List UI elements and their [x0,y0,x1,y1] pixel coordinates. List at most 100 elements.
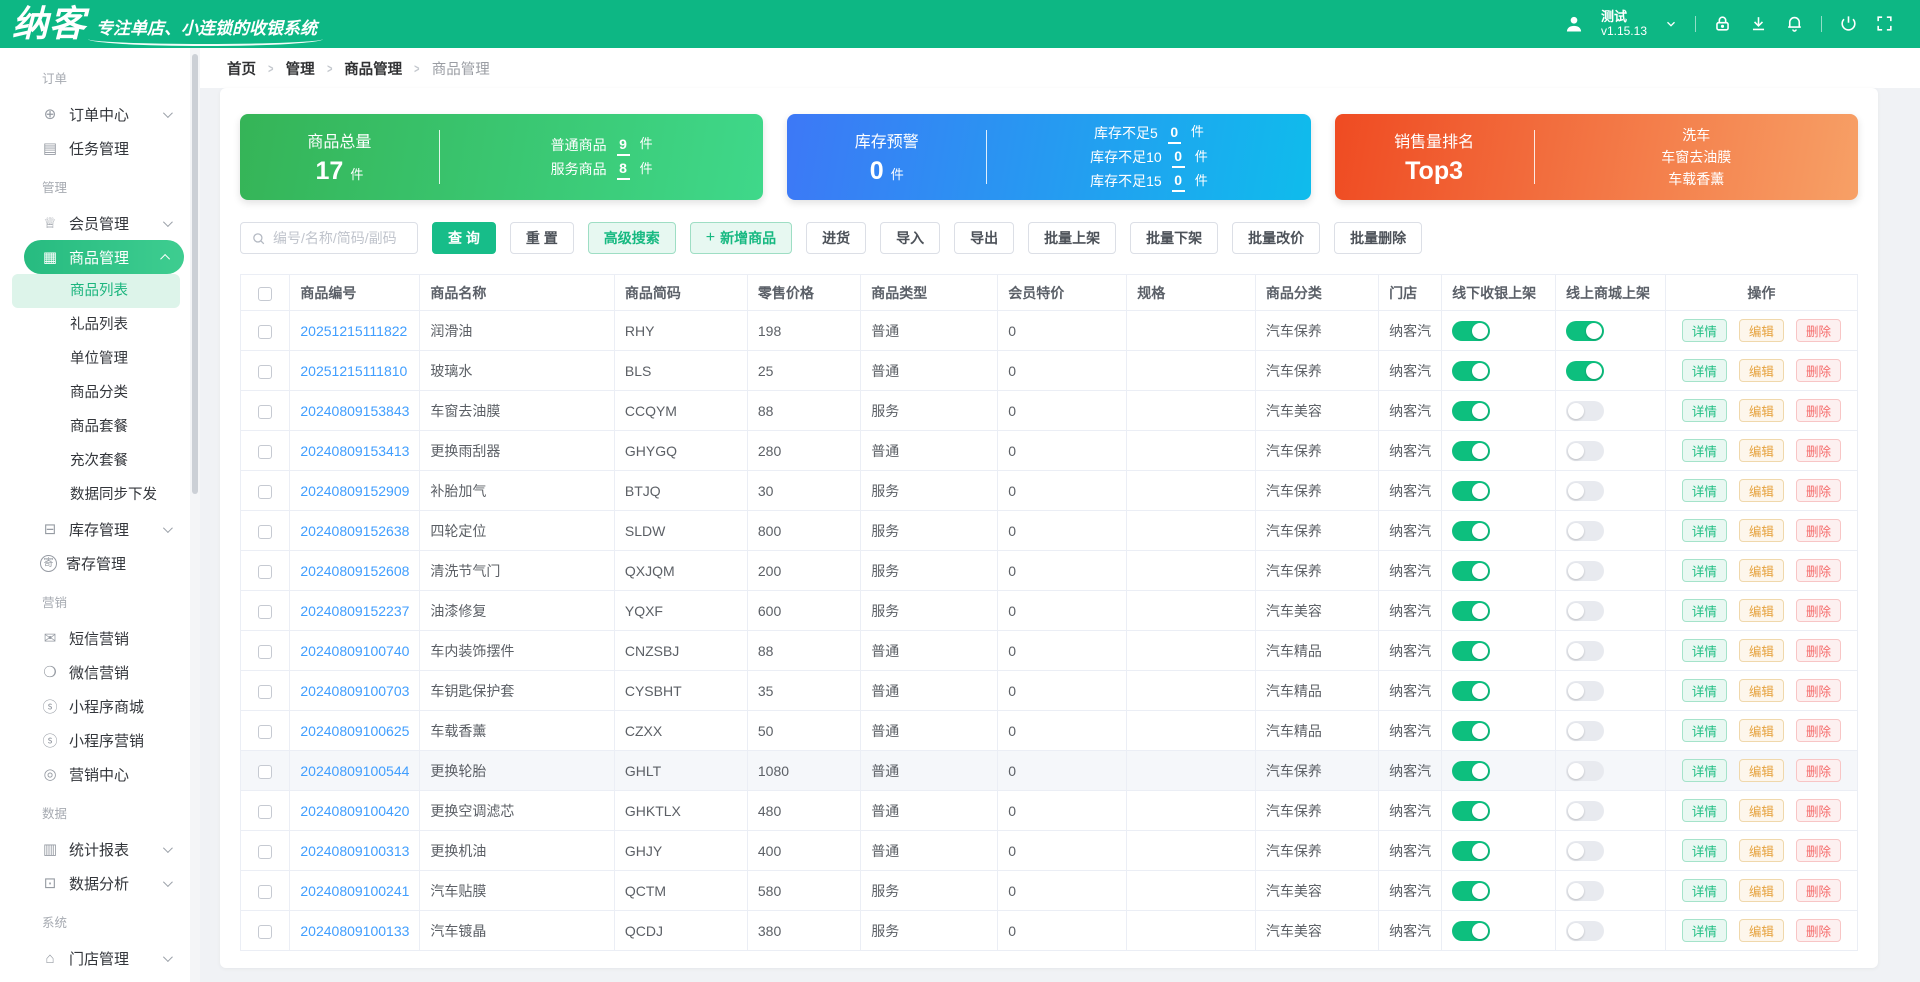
online-toggle[interactable] [1565,720,1604,741]
product-id-link[interactable]: 20240809153413 [300,443,409,459]
edit-button[interactable]: 编辑 [1738,679,1784,702]
edit-button[interactable]: 编辑 [1738,599,1784,622]
sidebar-item-deposit-management[interactable]: 寄寄存管理 [0,546,190,580]
online-toggle[interactable] [1565,480,1604,501]
purchase-button[interactable]: 进货 [806,222,867,254]
delete-button[interactable]: 删除 [1795,719,1841,742]
sidebar-item-miniapp-mall[interactable]: ⓢ 小程序商城 [0,689,190,723]
product-id-link[interactable]: 20240809100241 [300,883,409,899]
product-id-link[interactable]: 20251215111810 [300,363,407,379]
delete-button[interactable]: 删除 [1795,599,1841,622]
batch-reprice-button[interactable]: 批量改价 [1232,222,1321,254]
offline-toggle[interactable] [1452,880,1491,901]
import-button[interactable]: 导入 [880,222,941,254]
online-toggle[interactable] [1565,920,1604,941]
sidebar-item-store-management[interactable]: ⌂ 门店管理 [0,941,190,975]
edit-button[interactable]: 编辑 [1738,439,1784,462]
online-toggle[interactable] [1565,840,1604,861]
delete-button[interactable]: 删除 [1795,839,1841,862]
delete-button[interactable]: 删除 [1795,319,1841,342]
sidebar-item-sms-marketing[interactable]: ✉ 短信营销 [0,621,190,655]
offline-toggle[interactable] [1452,440,1491,461]
online-toggle[interactable] [1565,560,1604,581]
offline-toggle[interactable] [1452,720,1491,741]
edit-button[interactable]: 编辑 [1738,719,1784,742]
row-checkbox[interactable] [258,444,273,459]
offline-toggle[interactable] [1452,520,1491,541]
sidebar-item-miniapp-marketing[interactable]: ⓢ 小程序营销 [0,723,190,757]
export-button[interactable]: 导出 [954,222,1015,254]
select-all-checkbox[interactable] [258,286,273,301]
sidebar-subitem[interactable]: 商品分类 [0,376,190,410]
offline-toggle[interactable] [1452,560,1491,581]
sidebar-item-inventory-management[interactable]: ⊟ 库存管理 [0,512,190,546]
online-toggle[interactable] [1565,600,1604,621]
query-button[interactable]: 查 询 [432,222,496,254]
sidebar-item-product-management[interactable]: ▦ 商品管理 [24,240,184,274]
row-checkbox[interactable] [258,684,273,699]
product-id-link[interactable]: 20240809100740 [300,643,409,659]
row-checkbox[interactable] [258,364,273,379]
sidebar-subitem[interactable]: 单位管理 [0,342,190,376]
product-id-link[interactable]: 20240809152608 [300,563,409,579]
product-id-link[interactable]: 20251215111822 [300,323,407,339]
download-icon[interactable] [1749,14,1768,33]
search-input[interactable] [273,230,407,246]
delete-button[interactable]: 删除 [1795,879,1841,902]
detail-button[interactable]: 详情 [1681,479,1727,502]
delete-button[interactable]: 删除 [1795,359,1841,382]
detail-button[interactable]: 详情 [1681,319,1727,342]
row-checkbox[interactable] [258,324,273,339]
detail-button[interactable]: 详情 [1681,439,1727,462]
online-toggle[interactable] [1565,760,1604,781]
batch-off-shelf-button[interactable]: 批量下架 [1130,222,1219,254]
batch-delete-button[interactable]: 批量删除 [1334,222,1423,254]
product-id-link[interactable]: 20240809100544 [300,763,409,779]
online-toggle[interactable] [1565,520,1604,541]
row-checkbox[interactable] [258,484,273,499]
advanced-search-button[interactable]: 高级搜索 [587,222,676,254]
detail-button[interactable]: 详情 [1681,599,1727,622]
sidebar-item-marketing-center[interactable]: ◎ 营销中心 [0,757,190,791]
online-toggle[interactable] [1565,440,1604,461]
edit-button[interactable]: 编辑 [1738,479,1784,502]
detail-button[interactable]: 详情 [1681,799,1727,822]
online-toggle[interactable] [1565,880,1604,901]
detail-button[interactable]: 详情 [1681,519,1727,542]
breadcrumb-item[interactable]: 管理 [286,58,315,79]
delete-button[interactable]: 删除 [1795,439,1841,462]
detail-button[interactable]: 详情 [1681,399,1727,422]
edit-button[interactable]: 编辑 [1738,519,1784,542]
product-id-link[interactable]: 20240809152638 [300,523,409,539]
offline-toggle[interactable] [1452,760,1491,781]
fullscreen-icon[interactable] [1875,14,1894,33]
edit-button[interactable]: 编辑 [1738,759,1784,782]
delete-button[interactable]: 删除 [1795,639,1841,662]
sidebar-subitem[interactable]: 商品列表 [12,274,180,308]
detail-button[interactable]: 详情 [1681,719,1727,742]
offline-toggle[interactable] [1452,600,1491,621]
product-id-link[interactable]: 20240809153843 [300,403,409,419]
detail-button[interactable]: 详情 [1681,839,1727,862]
sidebar-item-data-analysis[interactable]: ⊡ 数据分析 [0,866,190,900]
delete-button[interactable]: 删除 [1795,919,1841,942]
breadcrumb-item[interactable]: 首页 [227,58,256,79]
row-checkbox[interactable] [258,804,273,819]
power-icon[interactable] [1839,14,1858,33]
product-id-link[interactable]: 20240809100625 [300,723,409,739]
online-toggle[interactable] [1565,800,1604,821]
delete-button[interactable]: 删除 [1795,399,1841,422]
sidebar-item-staff-management[interactable]: ♙员工管理 [0,975,190,982]
row-checkbox[interactable] [258,644,273,659]
edit-button[interactable]: 编辑 [1738,919,1784,942]
product-id-link[interactable]: 20240809100703 [300,683,409,699]
user-avatar-icon[interactable] [1564,14,1584,34]
offline-toggle[interactable] [1452,920,1491,941]
reset-button[interactable]: 重 置 [509,222,574,254]
offline-toggle[interactable] [1452,480,1491,501]
sidebar-subitem[interactable]: 数据同步下发 [0,478,190,512]
online-toggle[interactable] [1565,360,1604,381]
sidebar-item-statistics-report[interactable]: ▥ 统计报表 [0,832,190,866]
edit-button[interactable]: 编辑 [1738,319,1784,342]
detail-button[interactable]: 详情 [1681,759,1727,782]
